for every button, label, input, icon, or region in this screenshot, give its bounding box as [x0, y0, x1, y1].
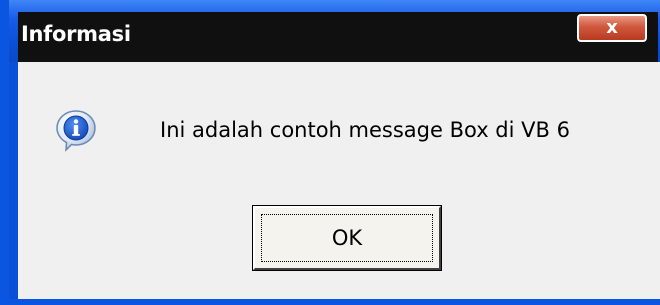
close-button[interactable]: x [577, 14, 647, 42]
ok-button-label: OK [331, 226, 363, 250]
message-text: Ini adalah contoh message Box di VB 6 [160, 118, 570, 142]
ok-button[interactable]: OK [252, 205, 442, 271]
window-title: Informasi [21, 22, 131, 46]
title-bar[interactable]: Informasi x [9, 0, 660, 62]
close-icon: x [606, 17, 618, 38]
dialog-body: Ini adalah contoh message Box di VB 6 OK [18, 62, 660, 299]
message-box-window: Informasi x Ini adalah contoh message Bo… [0, 0, 660, 305]
information-icon [56, 110, 96, 152]
